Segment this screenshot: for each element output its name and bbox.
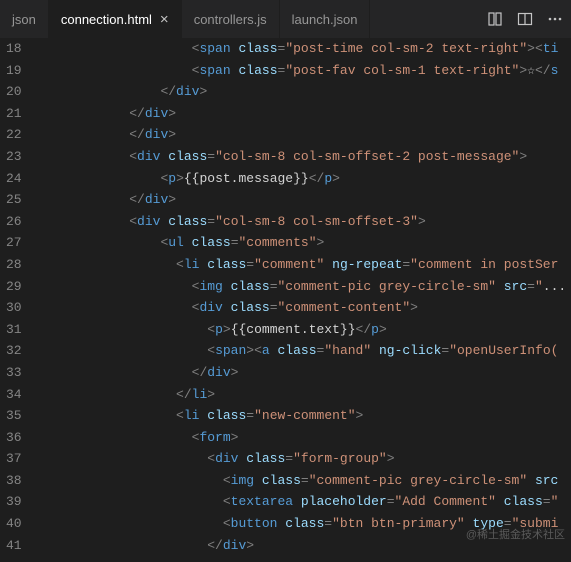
code-line[interactable]: <p>{{comment.text}}</p> (36, 319, 571, 341)
line-number: 28 (6, 254, 22, 276)
line-number: 22 (6, 124, 22, 146)
code-line[interactable]: <textarea placeholder="Add Comment" clas… (36, 491, 571, 513)
code-line[interactable]: <form> (36, 427, 571, 449)
line-number: 27 (6, 232, 22, 254)
code-line[interactable]: <li class="comment" ng-repeat="comment i… (36, 254, 571, 276)
line-number: 41 (6, 535, 22, 557)
tab-actions (479, 0, 571, 38)
line-number: 31 (6, 319, 22, 341)
line-number: 36 (6, 427, 22, 449)
line-number: 20 (6, 81, 22, 103)
code-line[interactable]: </div> (36, 81, 571, 103)
line-number: 33 (6, 362, 22, 384)
watermark: @稀土掘金技术社区 (466, 526, 565, 542)
code-line[interactable]: <img class="comment-pic grey-circle-sm" … (36, 470, 571, 492)
tab-connection-html[interactable]: connection.html × (49, 0, 182, 38)
code-line[interactable]: <p>{{post.message}}</p> (36, 168, 571, 190)
close-icon[interactable]: × (160, 11, 169, 28)
code-line[interactable]: </div> (36, 189, 571, 211)
line-number: 21 (6, 103, 22, 125)
code-line[interactable]: <span class="post-time col-sm-2 text-rig… (36, 38, 571, 60)
line-number: 37 (6, 448, 22, 470)
line-number: 26 (6, 211, 22, 233)
code-line[interactable]: </li> (36, 384, 571, 406)
more-icon[interactable] (547, 11, 563, 27)
code-line[interactable]: </div> (36, 124, 571, 146)
code-content[interactable]: <span class="post-time col-sm-2 text-rig… (36, 38, 571, 562)
code-line[interactable]: <ul class="comments"> (36, 232, 571, 254)
line-number: 19 (6, 60, 22, 82)
tab-controllers-js[interactable]: controllers.js (182, 0, 280, 38)
line-number: 29 (6, 276, 22, 298)
line-number: 24 (6, 168, 22, 190)
code-line[interactable]: <li class="new-comment"> (36, 405, 571, 427)
tab-launch-json[interactable]: launch.json (280, 0, 371, 38)
code-line[interactable]: <div class="form-group"> (36, 448, 571, 470)
line-number: 30 (6, 297, 22, 319)
code-line[interactable]: </div> (36, 103, 571, 125)
code-editor[interactable]: 1819202122232425262728293031323334353637… (0, 38, 571, 562)
line-number: 38 (6, 470, 22, 492)
line-number-gutter: 1819202122232425262728293031323334353637… (0, 38, 36, 562)
line-number: 40 (6, 513, 22, 535)
tab-json[interactable]: json (0, 0, 49, 38)
code-line[interactable]: <div class="col-sm-8 col-sm-offset-2 pos… (36, 146, 571, 168)
line-number: 35 (6, 405, 22, 427)
split-editor-icon[interactable] (517, 11, 533, 27)
line-number: 34 (6, 384, 22, 406)
code-line[interactable]: <div class="comment-content"> (36, 297, 571, 319)
code-line[interactable]: <div class="col-sm-8 col-sm-offset-3"> (36, 211, 571, 233)
compare-icon[interactable] (487, 11, 503, 27)
line-number: 23 (6, 146, 22, 168)
tab-bar: json connection.html × controllers.js la… (0, 0, 571, 38)
code-line[interactable]: <span class="post-fav col-sm-1 text-righ… (36, 60, 571, 82)
code-line[interactable]: </div> (36, 362, 571, 384)
code-line[interactable]: <span><a class="hand" ng-click="openUser… (36, 340, 571, 362)
code-line[interactable]: <img class="comment-pic grey-circle-sm" … (36, 276, 571, 298)
line-number: 39 (6, 491, 22, 513)
line-number: 32 (6, 340, 22, 362)
line-number: 25 (6, 189, 22, 211)
line-number: 18 (6, 38, 22, 60)
